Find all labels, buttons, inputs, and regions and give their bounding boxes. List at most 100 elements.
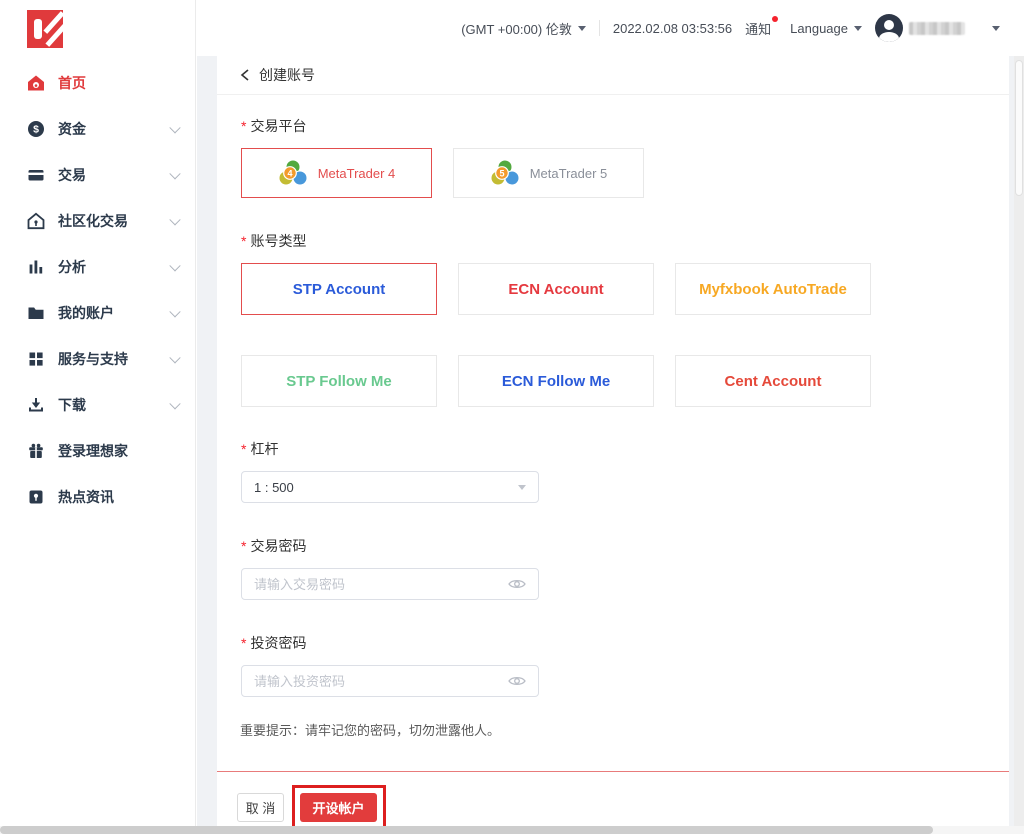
sidebar-item-label: 热点资讯 — [58, 487, 114, 507]
notifications-button[interactable]: 通知 — [745, 19, 777, 38]
caret-down-icon — [578, 26, 586, 31]
caret-down-icon — [854, 26, 862, 31]
sidebar-item-community-trade[interactable]: 社区化交易 — [0, 198, 195, 244]
svg-text:5: 5 — [499, 168, 504, 178]
account-type-stp-follow[interactable]: STP Follow Me — [241, 355, 437, 407]
account-type-stp[interactable]: STP Account — [241, 263, 437, 315]
sidebar-nav: 首页 $ 资金 交易 社区化交易 分析 — [0, 60, 195, 520]
account-type-text: ECN Follow Me — [502, 373, 610, 390]
platform-option-label: MetaTrader 5 — [530, 166, 608, 181]
chevron-down-icon — [169, 306, 180, 317]
invest-password-input[interactable] — [254, 674, 508, 689]
timezone-label: (GMT +00:00) 伦敦 — [461, 19, 572, 38]
invest-password-field — [241, 665, 539, 697]
gift-icon — [27, 442, 45, 460]
account-type-label: *账号类型 — [241, 231, 306, 251]
platform-option-mt4[interactable]: 4 MetaTrader 4 — [241, 148, 432, 198]
account-type-ecn-follow[interactable]: ECN Follow Me — [458, 355, 654, 407]
account-type-text: ECN Account — [508, 281, 603, 298]
red-divider — [217, 771, 1009, 772]
sidebar-item-funds[interactable]: $ 资金 — [0, 106, 195, 152]
chevron-down-icon — [169, 168, 180, 179]
svg-text:$: $ — [33, 124, 39, 136]
sidebar-item-login-idealhome[interactable]: 登录理想家 — [0, 428, 195, 474]
user-menu[interactable] — [875, 14, 965, 42]
invest-password-label: *投资密码 — [241, 633, 306, 653]
logo-bar-icon — [34, 19, 42, 39]
folder-icon — [27, 304, 45, 322]
important-notice: 重要提示：请牢记您的密码，切勿泄露他人。 — [240, 720, 500, 739]
platform-option-label: MetaTrader 4 — [318, 166, 396, 181]
chevron-down-icon — [169, 352, 180, 363]
vertical-scrollbar-thumb[interactable] — [1015, 60, 1023, 196]
trade-password-input[interactable] — [254, 577, 508, 592]
news-pin-icon — [27, 488, 45, 506]
sidebar-item-label: 登录理想家 — [58, 441, 128, 461]
sidebar-item-analysis[interactable]: 分析 — [0, 244, 195, 290]
platform-label: *交易平台 — [241, 116, 306, 136]
sidebar-item-home[interactable]: 首页 — [0, 60, 195, 106]
horizontal-scrollbar-track — [0, 826, 1024, 834]
trade-password-field — [241, 568, 539, 600]
user-name-redacted — [909, 22, 965, 35]
card-icon — [27, 166, 45, 184]
svg-text:4: 4 — [287, 168, 292, 178]
home-icon — [27, 74, 45, 92]
account-type-cent[interactable]: Cent Account — [675, 355, 871, 407]
leverage-select[interactable]: 1 : 500 — [241, 471, 539, 503]
sidebar-item-services[interactable]: 服务与支持 — [0, 336, 195, 382]
grid-icon — [27, 350, 45, 368]
sidebar-item-label: 下载 — [58, 395, 86, 415]
sidebar-item-my-account[interactable]: 我的账户 — [0, 290, 195, 336]
metatrader5-logo-icon: 5 — [490, 159, 520, 187]
chevron-down-icon — [169, 398, 180, 409]
sidebar-item-download[interactable]: 下载 — [0, 382, 195, 428]
eye-icon[interactable] — [508, 578, 526, 590]
sidebar-item-trade[interactable]: 交易 — [0, 152, 195, 198]
sidebar-item-label: 资金 — [58, 119, 86, 139]
timezone-selector[interactable]: (GMT +00:00) 伦敦 — [461, 19, 586, 38]
page-title: 创建账号 — [259, 65, 315, 85]
sidebar-item-label: 社区化交易 — [58, 211, 128, 231]
page-title-bar: 创建账号 — [217, 56, 1009, 95]
sidebar-item-hot-news[interactable]: 热点资讯 — [0, 474, 195, 520]
topbar: (GMT +00:00) 伦敦 2022.02.08 03:53:56 通知 L… — [197, 0, 1024, 56]
account-type-text: STP Account — [293, 281, 386, 298]
horizontal-scrollbar-thumb[interactable] — [0, 826, 933, 834]
download-icon — [27, 396, 45, 414]
sidebar-item-label: 分析 — [58, 257, 86, 277]
notifications-label: 通知 — [745, 22, 771, 37]
app-root: 首页 $ 资金 交易 社区化交易 分析 — [0, 0, 1024, 834]
community-house-icon — [27, 212, 45, 230]
account-type-text: STP Follow Me — [286, 373, 392, 390]
account-type-text: Myfxbook AutoTrade — [699, 281, 847, 298]
language-selector[interactable]: Language — [790, 21, 862, 36]
divider — [599, 20, 600, 36]
open-account-button[interactable]: 开设帐户 — [300, 793, 377, 822]
platform-option-mt5[interactable]: 5 MetaTrader 5 — [453, 148, 644, 198]
account-type-ecn[interactable]: ECN Account — [458, 263, 654, 315]
leverage-label: *杠杆 — [241, 439, 278, 459]
brand-logo[interactable] — [27, 10, 63, 48]
bar-chart-icon — [27, 258, 45, 276]
caret-down-icon — [518, 485, 526, 490]
cancel-button[interactable]: 取 消 — [237, 793, 284, 822]
sidebar-item-label: 我的账户 — [58, 303, 114, 323]
sidebar-item-label: 服务与支持 — [58, 349, 128, 369]
eye-icon[interactable] — [508, 675, 526, 687]
avatar — [875, 14, 903, 42]
chevron-down-icon — [169, 122, 180, 133]
sidebar: 首页 $ 资金 交易 社区化交易 分析 — [0, 0, 196, 826]
back-icon[interactable] — [240, 69, 250, 81]
dollar-circle-icon: $ — [27, 120, 45, 138]
metatrader4-logo-icon: 4 — [278, 159, 308, 187]
account-type-text: Cent Account — [725, 373, 822, 390]
vertical-scrollbar-track — [1014, 56, 1024, 826]
annotation-highlight-box: 开设帐户 — [292, 785, 386, 831]
account-type-myfxbook[interactable]: Myfxbook AutoTrade — [675, 263, 871, 315]
create-account-card: 创建账号 *交易平台 4 MetaTrader 4 — [217, 56, 1009, 826]
language-label: Language — [790, 21, 848, 36]
server-datetime: 2022.02.08 03:53:56 — [613, 21, 732, 36]
user-menu-caret-icon[interactable] — [992, 26, 1000, 31]
notification-dot — [772, 16, 778, 22]
